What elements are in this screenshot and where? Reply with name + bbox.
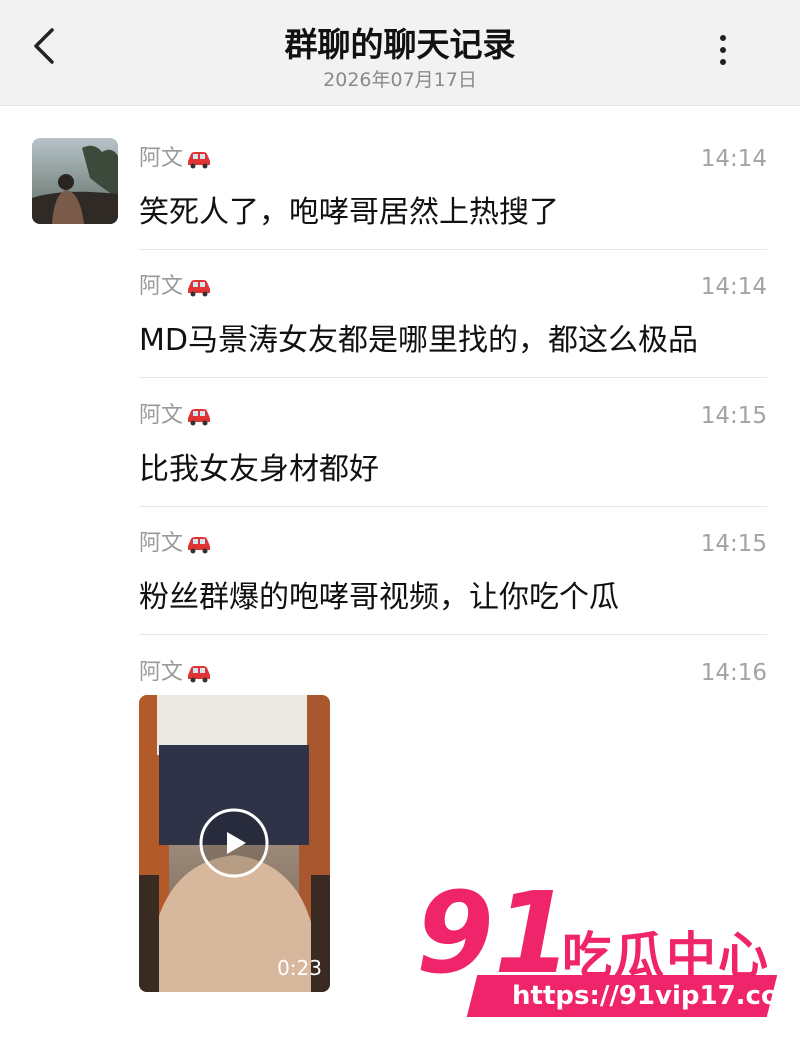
divider [139,506,767,507]
message-time: 14:15 [700,531,767,557]
avatar[interactable] [32,138,118,224]
sender-name: 阿文 [139,402,213,430]
watermark-url: https://91vip17.com [512,981,800,1011]
watermark-91-logo: 91 [414,868,573,988]
svg-text:91: 91 [416,869,572,988]
message-text: 笑死人了，咆哮哥居然上热搜了 [139,195,559,230]
sender-name: 阿文 [139,145,213,173]
watermark-url-banner: https://91vip17.com [466,975,800,1017]
car-icon [188,409,211,426]
car-icon [188,666,211,683]
message-text: MD马景涛女友都是哪里找的，都这么极品 [139,323,698,358]
message-time: 14:16 [700,660,767,686]
video-message[interactable]: 0:23 [139,695,330,992]
video-duration: 0:23 [277,956,322,980]
car-icon [188,537,211,554]
message-time: 14:14 [700,274,767,300]
page-title: 群聊的聊天记录 [284,25,516,64]
message-time: 14:15 [700,403,767,429]
divider [139,634,767,635]
message-text: 比我女友身材都好 [139,452,379,487]
divider [139,377,767,378]
header-bar: 群聊的聊天记录 2026年07月17日 [0,0,800,106]
avatar-image [32,138,118,224]
message-text: 粉丝群爆的咆哮哥视频，让你吃个瓜 [139,580,619,615]
message-time: 14:14 [700,146,767,172]
sender-name: 阿文 [139,659,213,687]
sender-name: 阿文 [139,273,213,301]
play-icon[interactable] [198,807,270,879]
chat-date: 2026年07月17日 [323,69,477,91]
car-icon [188,280,211,297]
divider [139,249,767,250]
sender-name: 阿文 [139,530,213,558]
watermark-logo: 91 吃瓜中心 https://91vip17.com [412,868,800,1028]
more-vertical-icon[interactable] [708,30,738,70]
car-icon [188,152,211,169]
